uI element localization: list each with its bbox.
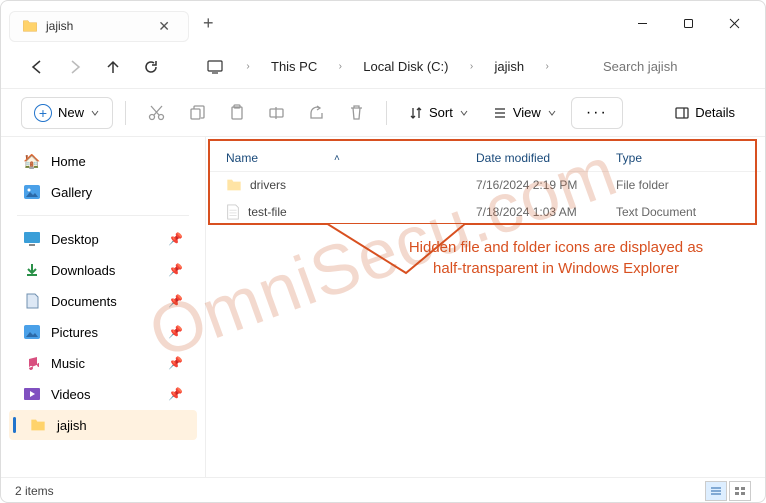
folder-icon bbox=[22, 19, 38, 33]
file-row[interactable]: drivers 7/16/2024 2:19 PM File folder bbox=[210, 172, 761, 198]
more-button[interactable]: ··· bbox=[571, 97, 623, 129]
pictures-icon bbox=[23, 323, 41, 341]
separator bbox=[125, 101, 126, 125]
forward-button bbox=[59, 51, 91, 83]
sort-button[interactable]: Sort bbox=[399, 99, 479, 126]
sidebar-item-documents[interactable]: Documents📌 bbox=[9, 286, 197, 316]
chevron-right-icon: › bbox=[329, 61, 351, 72]
cut-button[interactable] bbox=[138, 95, 174, 131]
column-header-date[interactable]: Date modified bbox=[476, 151, 616, 165]
breadcrumb-drive[interactable]: Local Disk (C:) bbox=[357, 55, 454, 78]
details-button[interactable]: Details bbox=[665, 99, 745, 126]
sidebar-item-music[interactable]: Music📌 bbox=[9, 348, 197, 378]
breadcrumb-this-pc[interactable]: This PC bbox=[265, 55, 323, 78]
pin-icon: 📌 bbox=[168, 325, 183, 339]
chevron-right-icon: › bbox=[237, 61, 259, 72]
sidebar-item-desktop[interactable]: Desktop📌 bbox=[9, 224, 197, 254]
window-tab[interactable]: jajish ✕ bbox=[9, 11, 189, 42]
back-button[interactable] bbox=[21, 51, 53, 83]
annotation-text: Hidden file and folder icons are display… bbox=[406, 237, 706, 279]
tab-close-button[interactable]: ✕ bbox=[152, 18, 176, 35]
sort-indicator-icon: ˄ bbox=[334, 153, 340, 164]
sort-label: Sort bbox=[429, 105, 453, 120]
minimize-button[interactable] bbox=[619, 7, 665, 39]
search-input[interactable] bbox=[595, 53, 745, 80]
plus-icon: + bbox=[34, 104, 52, 122]
sidebar-item-jajish[interactable]: jajish bbox=[9, 410, 197, 440]
file-row[interactable]: test-file 7/18/2024 1:03 AM Text Documen… bbox=[210, 198, 761, 226]
sidebar-item-home[interactable]: 🏠Home bbox=[9, 146, 197, 176]
pin-icon: 📌 bbox=[168, 232, 183, 246]
view-icon bbox=[493, 106, 507, 120]
view-thumbnails-toggle[interactable] bbox=[729, 481, 751, 501]
copy-button[interactable] bbox=[178, 95, 214, 131]
view-button[interactable]: View bbox=[483, 99, 567, 126]
desktop-icon bbox=[23, 230, 41, 248]
view-label: View bbox=[513, 105, 541, 120]
sort-icon bbox=[409, 106, 423, 120]
pin-icon: 📌 bbox=[168, 387, 183, 401]
pc-icon[interactable] bbox=[199, 51, 231, 83]
file-list: Name˄ Date modified Type drivers 7/16/20… bbox=[206, 137, 765, 477]
share-button[interactable] bbox=[298, 95, 334, 131]
music-icon bbox=[23, 354, 41, 372]
sidebar-item-pictures[interactable]: Pictures📌 bbox=[9, 317, 197, 347]
new-tab-button[interactable]: + bbox=[189, 13, 228, 34]
column-header-name[interactable]: Name˄ bbox=[226, 151, 476, 165]
downloads-icon bbox=[23, 261, 41, 279]
documents-icon bbox=[23, 292, 41, 310]
paste-button[interactable] bbox=[218, 95, 254, 131]
details-icon bbox=[675, 106, 689, 120]
close-button[interactable] bbox=[711, 7, 757, 39]
gallery-icon bbox=[23, 183, 41, 201]
videos-icon bbox=[23, 385, 41, 403]
chevron-right-icon: › bbox=[536, 61, 558, 72]
up-button[interactable] bbox=[97, 51, 129, 83]
sidebar-item-downloads[interactable]: Downloads📌 bbox=[9, 255, 197, 285]
breadcrumb-folder[interactable]: jajish bbox=[488, 55, 530, 78]
delete-button[interactable] bbox=[338, 95, 374, 131]
folder-icon bbox=[29, 416, 47, 434]
chevron-right-icon: › bbox=[460, 61, 482, 72]
view-details-toggle[interactable] bbox=[705, 481, 727, 501]
pin-icon: 📌 bbox=[168, 356, 183, 370]
status-text: 2 items bbox=[15, 484, 54, 498]
details-label: Details bbox=[695, 105, 735, 120]
refresh-button[interactable] bbox=[135, 51, 167, 83]
home-icon: 🏠 bbox=[23, 152, 41, 170]
sidebar-item-gallery[interactable]: Gallery bbox=[9, 177, 197, 207]
tab-title: jajish bbox=[46, 19, 144, 33]
document-icon bbox=[226, 204, 240, 220]
rename-button[interactable] bbox=[258, 95, 294, 131]
separator bbox=[386, 101, 387, 125]
folder-icon bbox=[226, 178, 242, 192]
column-header-type[interactable]: Type bbox=[616, 151, 736, 165]
sidebar-item-videos[interactable]: Videos📌 bbox=[9, 379, 197, 409]
annotation-arrow bbox=[266, 223, 466, 283]
pin-icon: 📌 bbox=[168, 263, 183, 277]
divider bbox=[17, 215, 189, 216]
pin-icon: 📌 bbox=[168, 294, 183, 308]
sidebar: 🏠Home Gallery Desktop📌 Downloads📌 Docume… bbox=[1, 137, 206, 477]
maximize-button[interactable] bbox=[665, 7, 711, 39]
new-button[interactable]: + New bbox=[21, 97, 113, 129]
new-label: New bbox=[58, 105, 84, 120]
